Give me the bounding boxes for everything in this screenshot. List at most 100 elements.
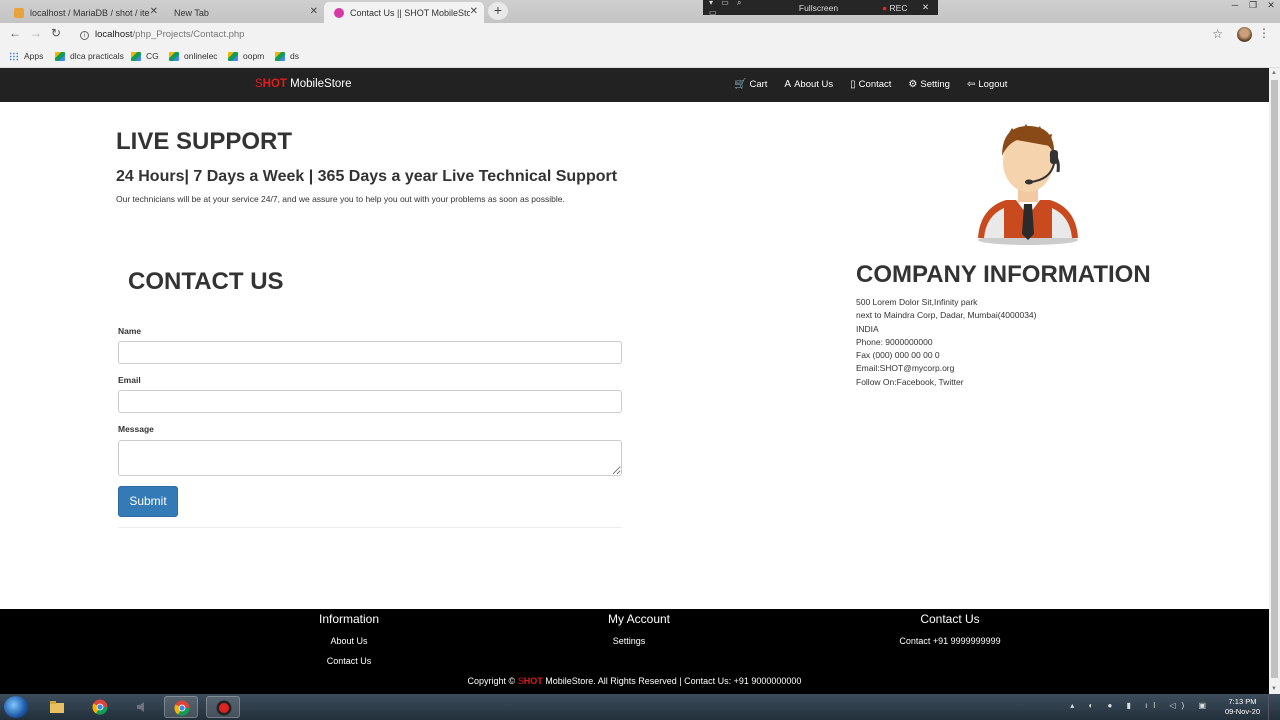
cart-icon: 🛒	[734, 79, 747, 90]
clock-date: 09-Nov-20	[1224, 707, 1260, 716]
reload-icon[interactable]: ↻	[51, 26, 61, 40]
bookmark-label: Apps	[24, 51, 44, 61]
screen-recorder-bar: ▾ ▭ ⌕ ▭ Fullscreen ● REC ✕	[703, 0, 938, 17]
company-email: Email:SHOT@mycorp.org	[856, 363, 955, 374]
submit-button[interactable]: Submit	[118, 486, 178, 517]
site-footer: Information About Us Contact Us My Accou…	[0, 609, 1269, 694]
company-phone: Phone: 9000000000	[856, 336, 933, 347]
tab-title: Contact Us || SHOT MobileStore	[350, 7, 470, 18]
font-icon: A	[784, 79, 792, 90]
copyright-brand-hot: HOT	[523, 676, 543, 686]
footer-link-about-us[interactable]: About Us	[249, 636, 449, 646]
footer-link-contact-us[interactable]: Contact Us	[249, 656, 449, 666]
scrollbar-thumb[interactable]	[1271, 80, 1278, 678]
page-scrollbar[interactable]: ▲ ▼	[1269, 68, 1280, 694]
company-address: 500 Lorem Dolor Sit,Infinity park next t…	[856, 296, 1036, 389]
recorder-close-icon[interactable]: ✕	[922, 2, 938, 13]
folder-icon	[50, 701, 64, 713]
nav-label: Cart	[749, 79, 768, 90]
browser-menu-icon[interactable]: ⋮	[1258, 26, 1270, 40]
site-brand[interactable]: SHOT MobileStore	[255, 78, 352, 90]
nav-contact[interactable]: ▯ Contact	[850, 79, 891, 90]
company-country: INDIA	[856, 323, 879, 334]
bookmark-ds[interactable]: ds	[275, 51, 299, 61]
footer-link-settings[interactable]: Settings	[529, 636, 729, 646]
close-window-icon[interactable]: ✕	[1262, 0, 1280, 14]
nav-cart[interactable]: 🛒 Cart	[734, 79, 767, 90]
tab-new-tab[interactable]: New Tab ✕	[164, 2, 324, 23]
start-button[interactable]	[4, 696, 28, 718]
recorder-fullscreen-label: Fullscreen	[798, 2, 839, 13]
company-follow: Follow On:Facebook, Twitter	[856, 376, 964, 387]
chrome-icon	[174, 700, 190, 716]
restore-icon[interactable]: ❐	[1244, 0, 1262, 14]
copyright-post: MobileStore. All Rights Reserved | Conta…	[542, 676, 802, 686]
drive-icon	[275, 51, 285, 61]
bookmark-cg[interactable]: CG	[131, 51, 159, 61]
tab-contact-us[interactable]: Contact Us || SHOT MobileStore ✕	[324, 2, 484, 23]
bookmark-label: ds	[290, 51, 299, 61]
url-field[interactable]: i localhost/php_Projects/Contact.php	[80, 29, 244, 40]
speaker-icon	[137, 702, 144, 712]
bookmark-oopm[interactable]: oopm	[228, 51, 264, 61]
name-field[interactable]	[118, 341, 622, 364]
browser-tab-bar: localhost / MariaDB / shot / item ✕ New …	[0, 0, 1280, 23]
taskbar-screen-recorder[interactable]	[206, 696, 240, 718]
company-address-line: 500 Lorem Dolor Sit,Infinity park	[856, 297, 978, 307]
nav-label: Logout	[978, 79, 1008, 90]
site-favicon-icon	[334, 7, 344, 18]
web-page: SHOT MobileStore 🛒 Cart A About Us ▯ Con…	[0, 68, 1269, 694]
logout-icon: ⇦	[966, 79, 976, 90]
bookmark-onlinelec[interactable]: onlinelec	[169, 51, 218, 61]
bookmark-label: CG	[146, 51, 159, 61]
support-agent-image	[978, 124, 1078, 245]
close-icon[interactable]: ✕	[150, 6, 158, 17]
bookmark-star-icon[interactable]: ☆	[1212, 27, 1223, 41]
footer-information-title: Information	[318, 612, 380, 626]
recorder-controls-icon[interactable]: ▾ ▭ ⌕ ▭	[703, 0, 755, 17]
clock-time: 7:13 PM	[1228, 697, 1257, 706]
forward-icon[interactable]: →	[30, 26, 42, 40]
taskbar-media-player[interactable]	[126, 696, 160, 718]
nav-about-us[interactable]: A About Us	[784, 79, 833, 90]
recorder-rec-button[interactable]: ● REC	[882, 3, 922, 13]
nav-label: Setting	[920, 79, 950, 90]
taskbar-chrome[interactable]	[83, 696, 117, 718]
message-field[interactable]	[118, 440, 622, 476]
brand-rest: MobileStore	[286, 78, 352, 90]
new-tab-button[interactable]: +	[488, 2, 508, 20]
company-fax: Fax (000) 000 00 00 0	[856, 350, 940, 361]
show-desktop-button[interactable]	[1268, 694, 1280, 720]
profile-avatar[interactable]	[1237, 27, 1252, 42]
taskbar-file-explorer[interactable]	[40, 696, 74, 718]
name-label: Name	[118, 326, 142, 336]
minimize-icon[interactable]: ─	[1226, 0, 1244, 14]
email-field[interactable]	[118, 390, 622, 413]
tab-title: localhost / MariaDB / shot / item	[30, 7, 150, 18]
nav-logout[interactable]: ⇦ Logout	[967, 79, 1007, 90]
bookmark-dlca-practicals[interactable]: dlca practicals	[55, 51, 124, 61]
system-tray[interactable]: ▴ ◐ ● ▮ ıl ◁) ▣	[1070, 701, 1212, 710]
window-controls: ─ ❐ ✕	[1226, 0, 1280, 14]
close-icon[interactable]: ✕	[310, 6, 318, 17]
drive-icon	[55, 51, 65, 61]
nav-label: About Us	[794, 79, 834, 90]
copyright-text: Copyright © SHOT MobileStore. All Rights…	[0, 676, 1269, 686]
nav-setting[interactable]: ⚙ Setting	[908, 79, 950, 90]
info-icon[interactable]: i	[80, 31, 89, 40]
tab-phpmyadmin[interactable]: localhost / MariaDB / shot / item ✕	[4, 2, 164, 23]
brand-hot: HOT	[262, 78, 287, 90]
taskbar-clock[interactable]: 7:13 PM 09-Nov-20	[1225, 697, 1260, 717]
bookmarks-bar: Apps dlca practicals CG onlinelec oopm d…	[0, 46, 1280, 68]
close-icon[interactable]: ✕	[470, 6, 478, 17]
bookmark-label: oopm	[243, 51, 265, 61]
scroll-down-icon[interactable]: ▼	[1271, 686, 1277, 692]
bookmark-label: onlinelec	[184, 51, 218, 61]
back-icon[interactable]: ←	[9, 26, 21, 40]
scroll-up-icon[interactable]: ▲	[1271, 70, 1277, 76]
url-path: /php_Projects/Contact.php	[132, 29, 245, 40]
message-label: Message	[118, 424, 154, 434]
drive-icon	[131, 51, 141, 61]
bookmark-apps[interactable]: Apps	[9, 51, 43, 61]
taskbar-chrome-active[interactable]	[164, 696, 198, 718]
